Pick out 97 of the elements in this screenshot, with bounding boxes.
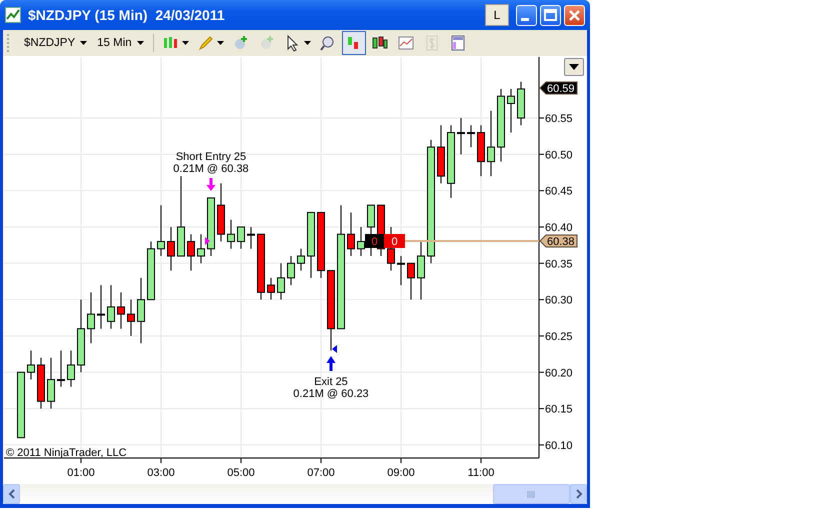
candlestick bbox=[477, 124, 485, 177]
candlestick bbox=[117, 292, 125, 330]
candlestick bbox=[157, 204, 165, 257]
candlestick bbox=[57, 350, 65, 388]
candlestick bbox=[227, 219, 235, 250]
position-price-tag: 60.38 bbox=[539, 234, 578, 248]
candlestick bbox=[457, 118, 465, 155]
minimize-button[interactable] bbox=[516, 4, 537, 26]
caret-icon bbox=[136, 41, 144, 45]
time-axis-label: 05:00 bbox=[227, 467, 255, 479]
scroll-left-button[interactable] bbox=[3, 484, 20, 504]
trades-tool-button[interactable] bbox=[342, 31, 366, 55]
price-axis-label: 60.35 bbox=[545, 258, 573, 270]
time-axis-label: 09:00 bbox=[387, 467, 415, 479]
horizontal-scrollbar[interactable] bbox=[3, 484, 587, 504]
candlestick bbox=[507, 88, 515, 134]
candlestick bbox=[97, 284, 105, 330]
candlestick bbox=[277, 262, 285, 300]
link-button[interactable]: L bbox=[485, 4, 509, 26]
candlestick bbox=[467, 124, 475, 148]
price-axis-label: 60.20 bbox=[545, 367, 573, 380]
caret-icon bbox=[569, 64, 579, 70]
candlestick bbox=[397, 256, 405, 286]
candlestick bbox=[347, 212, 355, 257]
interval-dropdown[interactable]: 15 Min bbox=[93, 37, 148, 49]
candlestick bbox=[17, 372, 25, 438]
price-axis-label: 60.45 bbox=[545, 186, 573, 198]
price-axis-label: 60.10 bbox=[545, 440, 573, 452]
candlestick bbox=[517, 81, 525, 126]
candlestick bbox=[147, 241, 155, 300]
down-arrow-icon bbox=[206, 178, 216, 191]
candlestick bbox=[27, 350, 35, 380]
candlestick bbox=[307, 212, 315, 278]
chart-icon bbox=[5, 7, 21, 23]
candlestick bbox=[217, 182, 225, 242]
candlestick bbox=[37, 357, 45, 410]
candlestick bbox=[127, 299, 135, 336]
candlestick bbox=[237, 226, 245, 250]
candlestick bbox=[357, 226, 365, 257]
candlestick bbox=[317, 212, 325, 278]
candlestick bbox=[87, 292, 95, 344]
triangle-marker-icon bbox=[332, 345, 337, 353]
trade-detail: 0.21M @ 60.23 bbox=[293, 388, 369, 400]
caret-icon bbox=[304, 41, 311, 45]
time-axis-label: 11:00 bbox=[468, 467, 494, 479]
instrument-dropdown[interactable]: $NZDJPY bbox=[20, 37, 92, 49]
candlestick bbox=[247, 226, 255, 250]
trade-detail: 0.21M @ 60.38 bbox=[173, 163, 249, 175]
candlestick bbox=[437, 124, 445, 184]
scrollbar-thumb[interactable] bbox=[493, 484, 570, 504]
window-title: $NZDJPY (15 Min) 24/03/2011 bbox=[28, 7, 226, 23]
triangle-marker-icon bbox=[205, 237, 210, 245]
price-axis-label: 60.25 bbox=[545, 330, 573, 343]
candlestick bbox=[407, 262, 415, 300]
properties-icon bbox=[448, 34, 467, 52]
price-axis-label: 60.30 bbox=[545, 294, 573, 307]
grip-icon bbox=[527, 490, 536, 498]
caret-icon bbox=[182, 41, 189, 45]
scroll-right-button[interactable] bbox=[570, 484, 587, 504]
minimize-icon bbox=[521, 18, 529, 20]
candlestick bbox=[167, 226, 175, 272]
up-arrow-icon bbox=[326, 356, 336, 371]
price-axis-label: 60.50 bbox=[545, 149, 573, 162]
candlestick bbox=[187, 234, 195, 272]
position-pnl-flag[interactable]: 0 bbox=[384, 234, 405, 248]
candlestick bbox=[257, 234, 265, 300]
time-axis-label: 01:00 bbox=[67, 467, 95, 479]
chart-menu-button[interactable] bbox=[564, 58, 584, 76]
candlestick bbox=[47, 357, 55, 410]
last-price-tag: 60.59 bbox=[539, 82, 578, 95]
candlestick bbox=[267, 277, 275, 300]
candlestick bbox=[137, 277, 145, 344]
caret-icon bbox=[216, 41, 224, 45]
caret-icon bbox=[80, 41, 88, 45]
trade-label: Exit 25 bbox=[314, 376, 348, 388]
time-axis-label: 07:00 bbox=[307, 467, 335, 479]
time-axis-label: 03:00 bbox=[147, 467, 175, 479]
chevron-right-icon bbox=[574, 489, 582, 499]
position-quantity-flag[interactable]: 0 bbox=[365, 234, 384, 248]
close-button[interactable] bbox=[564, 4, 585, 26]
indicators-icon bbox=[396, 34, 415, 52]
candlestick bbox=[107, 284, 115, 330]
draw-icon bbox=[196, 34, 215, 52]
trade-label: Short Entry 25 bbox=[176, 151, 246, 163]
price-axis-label: 60.55 bbox=[545, 113, 573, 126]
price-axis-label: 60.15 bbox=[545, 404, 573, 416]
candlestick bbox=[67, 350, 75, 388]
copyright-text: © 2011 NinjaTrader, LLC bbox=[6, 447, 127, 459]
candlestick bbox=[287, 256, 295, 286]
maximize-button[interactable] bbox=[540, 4, 561, 26]
candlestick bbox=[197, 234, 205, 264]
candlestick bbox=[487, 110, 495, 177]
price-axis-label: 60.40 bbox=[545, 222, 573, 234]
candlestick bbox=[207, 197, 215, 257]
candlestick bbox=[297, 248, 305, 272]
chevron-left-icon bbox=[8, 489, 16, 499]
candlestick bbox=[417, 241, 425, 300]
